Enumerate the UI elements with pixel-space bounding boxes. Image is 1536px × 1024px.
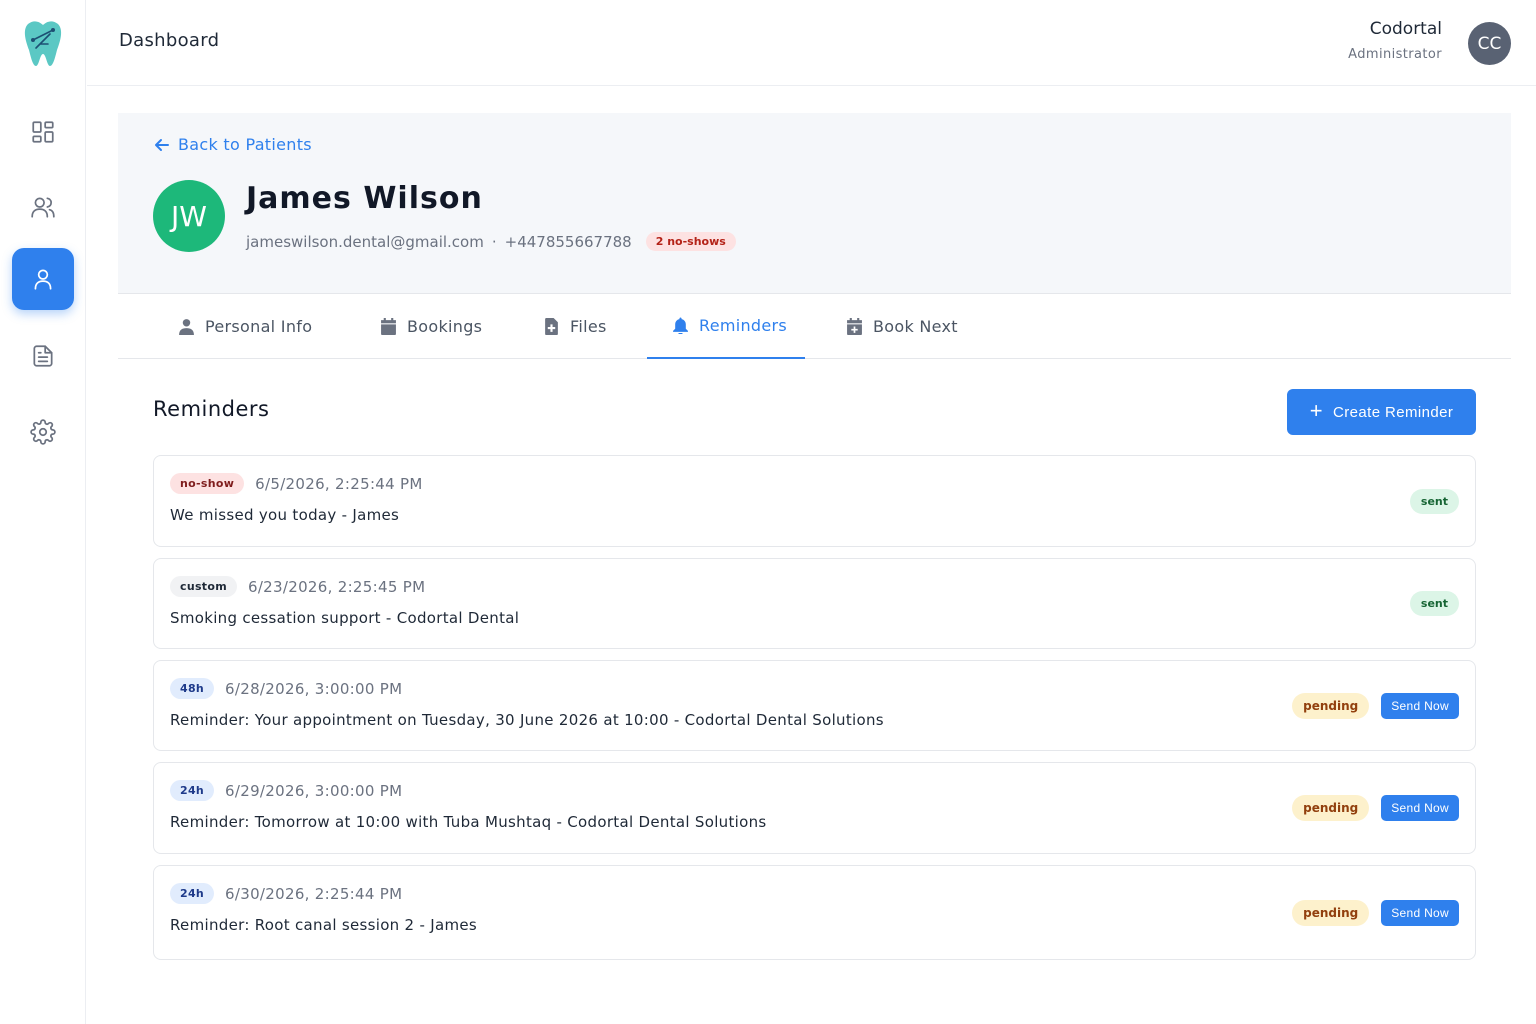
reminder-message: Reminder: Root canal session 2 - James (170, 916, 478, 934)
status-badge: sent (1409, 591, 1459, 616)
reminder-card: custom 6/23/2026, 2:25:45 PM Smoking ces… (153, 558, 1476, 649)
tab-bookings[interactable]: Bookings (380, 294, 482, 359)
sidebar-item-patient[interactable] (12, 248, 74, 310)
patient-phone: +447855667788 (504, 232, 632, 251)
status-badge: sent (1409, 488, 1459, 514)
user-role: Administrator (1348, 47, 1442, 62)
plus-icon: + (1309, 398, 1324, 423)
reminder-card: 24h 6/30/2026, 2:25:44 PM Reminder: Root… (153, 865, 1476, 960)
sidebar-item-patients[interactable] (12, 176, 74, 238)
patient-avatar: JW (153, 180, 225, 252)
back-link-label: Back to Patients (178, 135, 312, 154)
status-badge: pending (1292, 899, 1370, 926)
reminder-type-badge: 24h (170, 883, 215, 904)
reminder-message: Reminder: Your appointment on Tuesday, 3… (170, 711, 884, 729)
reminder-date: 6/5/2026, 2:25:44 PM (255, 474, 423, 493)
patient-tabs: Personal Info Bookings Files Reminders B… (118, 294, 1511, 359)
send-now-button[interactable]: Send Now (1381, 692, 1459, 719)
sidebar-item-documents[interactable] (12, 325, 74, 387)
noshow-count-badge: 2 no-shows (645, 232, 736, 251)
reminder-message: Smoking cessation support - Codortal Den… (170, 609, 520, 627)
create-reminder-button[interactable]: + Create Reminder (1287, 389, 1476, 435)
reminder-card: 48h 6/28/2026, 3:00:00 PM Reminder: Your… (153, 660, 1476, 751)
tab-label: Personal Info (205, 317, 313, 336)
send-now-button[interactable]: Send Now (1381, 899, 1459, 926)
tab-book-next[interactable]: Book Next (846, 294, 958, 359)
reminder-date: 6/23/2026, 2:25:45 PM (247, 577, 426, 596)
reminder-type-badge: custom (170, 576, 237, 597)
user-icon (34, 269, 52, 290)
tab-label: Files (570, 317, 607, 336)
reminder-message: Reminder: Tomorrow at 10:00 with Tuba Mu… (170, 813, 767, 831)
patient-email: jameswilson.dental@gmail.com (246, 232, 484, 251)
calendar-icon (381, 318, 396, 335)
page-title: Dashboard (119, 30, 220, 51)
gear-icon (30, 419, 56, 445)
sidebar-item-settings[interactable] (12, 401, 74, 463)
patient-contact: jameswilson.dental@gmail.com · +44785566… (246, 232, 736, 251)
reminder-type-badge: 48h (170, 678, 215, 699)
tab-label: Reminders (699, 316, 788, 335)
reminder-message: We missed you today - James (170, 506, 400, 524)
tab-label: Book Next (873, 317, 958, 336)
reminder-date: 6/30/2026, 2:25:44 PM (225, 884, 403, 903)
send-now-button[interactable]: Send Now (1381, 795, 1459, 821)
arrow-left-icon (155, 138, 169, 151)
tab-personal-info[interactable]: Personal Info (178, 294, 312, 359)
back-to-patients-link[interactable]: Back to Patients (154, 135, 312, 154)
users-icon (31, 197, 55, 218)
status-badge: pending (1292, 692, 1370, 719)
file-text-icon (33, 345, 53, 367)
user-name: Codortal (1369, 19, 1442, 39)
sidebar (0, 0, 86, 1024)
tab-files[interactable]: Files (543, 294, 607, 359)
top-header: Dashboard Codortal Administrator CC (87, 0, 1536, 86)
sidebar-item-dashboard[interactable] (12, 101, 74, 163)
reminder-type-badge: no-show (170, 473, 245, 494)
file-plus-icon (545, 318, 558, 335)
reminders-heading: Reminders (153, 397, 270, 421)
reminder-type-badge: 24h (170, 780, 215, 801)
tooth-logo-icon[interactable] (20, 18, 66, 68)
tab-reminders[interactable]: Reminders (647, 294, 805, 359)
calendar-plus-icon (847, 318, 862, 335)
grid-icon (32, 121, 54, 143)
tab-label: Bookings (407, 317, 483, 336)
reminder-date: 6/29/2026, 3:00:00 PM (225, 781, 403, 800)
create-reminder-label: Create Reminder (1333, 403, 1454, 421)
reminder-card: no-show 6/5/2026, 2:25:44 PM We missed y… (153, 455, 1476, 547)
patient-header: Back to Patients JW James Wilson jameswi… (118, 113, 1511, 294)
reminder-card: 24h 6/29/2026, 3:00:00 PM Reminder: Tomo… (153, 762, 1476, 854)
reminder-date: 6/28/2026, 3:00:00 PM (225, 679, 403, 698)
avatar[interactable]: CC (1468, 22, 1511, 65)
patient-name: James Wilson (246, 181, 483, 216)
person-icon (179, 319, 194, 335)
bell-icon (673, 317, 688, 334)
meta-separator: · (491, 232, 497, 251)
status-badge: pending (1292, 795, 1370, 821)
